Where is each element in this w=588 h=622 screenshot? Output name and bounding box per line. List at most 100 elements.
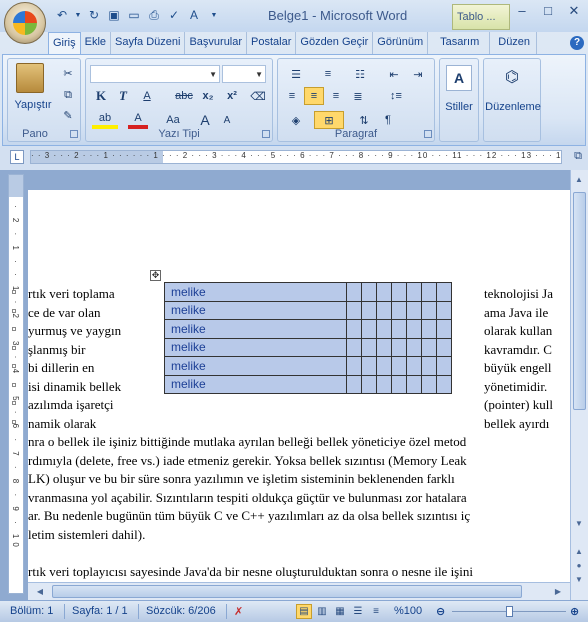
table-cell[interactable]: melike (164, 374, 347, 394)
table-cell[interactable] (406, 374, 422, 394)
table-cell[interactable] (406, 337, 422, 357)
redo-icon[interactable]: ↻ (86, 7, 102, 23)
undo-dropdown-icon[interactable]: ▼ (74, 7, 82, 23)
table-cell[interactable] (361, 356, 377, 376)
tab-home[interactable]: Giriş (48, 32, 81, 54)
tab-view[interactable]: Görünüm (373, 32, 429, 54)
table-cell[interactable] (346, 337, 362, 357)
strikethrough-button[interactable]: abc (172, 87, 196, 105)
spelling-icon[interactable]: ✓ (166, 7, 182, 23)
table-cell[interactable] (346, 356, 362, 376)
font-color-icon[interactable]: A (128, 111, 148, 129)
zoom-level[interactable]: %100 (394, 605, 422, 617)
table-cell[interactable] (436, 374, 452, 394)
grow-font-button[interactable]: A (196, 111, 214, 129)
undo-icon[interactable]: ↶ (54, 7, 70, 23)
section-indicator[interactable]: Bölüm: 1 (10, 605, 53, 617)
table-cell[interactable] (421, 282, 437, 302)
justify-icon[interactable]: ≣ (348, 87, 368, 105)
table-cell[interactable]: melike (164, 356, 347, 376)
table-cell[interactable] (361, 337, 377, 357)
zoom-in-icon[interactable]: ⊕ (570, 605, 579, 618)
horizontal-scroll-thumb[interactable] (52, 585, 522, 598)
table-cell[interactable] (391, 282, 407, 302)
copy-icon[interactable]: ⧉ (60, 87, 76, 103)
zoom-out-icon[interactable]: ⊖ (436, 605, 445, 618)
paste-icon[interactable] (16, 63, 44, 93)
editing-button[interactable]: Düzenleme (484, 101, 542, 113)
highlight-icon[interactable]: ab (92, 111, 118, 129)
draft-icon[interactable]: ≡ (368, 604, 384, 619)
table-cell[interactable] (391, 319, 407, 339)
tab-insert[interactable]: Ekle (81, 32, 112, 54)
table-cell[interactable] (376, 356, 392, 376)
table-cell[interactable] (421, 300, 437, 320)
word-count[interactable]: Sözcük: 6/206 (146, 605, 216, 617)
show-marks-icon[interactable]: ¶ (378, 111, 398, 129)
tab-mailings[interactable]: Postalar (247, 32, 297, 54)
increase-indent-icon[interactable]: ⇥ (408, 65, 428, 83)
table-cell[interactable] (346, 300, 362, 320)
open-icon[interactable]: ▭ (126, 7, 142, 23)
font-name-dropdown[interactable]: ▼ (90, 65, 220, 83)
table-cell[interactable] (346, 282, 362, 302)
superscript-button[interactable]: x² (222, 87, 242, 105)
align-left-icon[interactable]: ≡ (282, 87, 302, 105)
clipboard-launcher-icon[interactable] (70, 130, 78, 138)
document-page[interactable]: rtık veri toplama ce de var olan yurmuş ve… (28, 190, 570, 600)
font-size-dropdown[interactable]: ▼ (222, 65, 266, 83)
table-cell[interactable] (421, 374, 437, 394)
table-cell[interactable] (421, 319, 437, 339)
vertical-scroll-thumb[interactable] (573, 192, 586, 410)
table-cell[interactable] (376, 282, 392, 302)
outline-icon[interactable]: ☰ (350, 604, 366, 619)
decrease-indent-icon[interactable]: ⇤ (384, 65, 404, 83)
view-ruler-icon[interactable]: ⧉ (570, 150, 586, 166)
table-cell[interactable]: melike (164, 300, 347, 320)
align-right-icon[interactable]: ≡ (326, 87, 346, 105)
table-cell[interactable] (346, 319, 362, 339)
font-launcher-icon[interactable] (262, 130, 270, 138)
tab-references[interactable]: Başvurular (185, 32, 248, 54)
vertical-scrollbar[interactable]: ▲ ▼ ▲ ● ▼ (570, 170, 588, 600)
table-cell[interactable] (406, 300, 422, 320)
table-cell[interactable] (361, 374, 377, 394)
print-preview-icon[interactable]: ⎙ (146, 7, 162, 23)
table-cell[interactable] (406, 319, 422, 339)
table-cell[interactable] (376, 300, 392, 320)
next-page-icon[interactable]: ▼ (571, 572, 587, 588)
tab-selector-icon[interactable]: L (10, 150, 24, 164)
italic-button[interactable]: T (114, 87, 132, 105)
scroll-left-icon[interactable]: ◀ (32, 584, 48, 600)
table-cell[interactable] (391, 337, 407, 357)
table-cell[interactable] (361, 282, 377, 302)
office-button[interactable] (4, 2, 46, 44)
tab-design[interactable]: Tasarım (430, 32, 491, 54)
table-cell[interactable]: melike (164, 282, 347, 302)
binoculars-icon[interactable]: ⌬ (500, 65, 524, 89)
table-cell[interactable] (436, 319, 452, 339)
styles-button[interactable]: Stiller (440, 101, 478, 113)
document-table[interactable]: melike melike melike melike melike melike (164, 282, 452, 394)
maximize-icon[interactable]: □ (536, 2, 560, 20)
table-cell[interactable] (436, 300, 452, 320)
page-indicator[interactable]: Sayfa: 1 / 1 (72, 605, 128, 617)
multilevel-list-icon[interactable]: ☷ (346, 65, 374, 83)
table-cell[interactable] (376, 374, 392, 394)
align-center-icon[interactable]: ≡ (304, 87, 324, 105)
sort-icon[interactable]: ⇅ (354, 111, 374, 129)
line-spacing-icon[interactable]: ↕≡ (382, 87, 410, 105)
save-icon[interactable]: ▣ (106, 7, 122, 23)
table-cell[interactable] (346, 374, 362, 394)
styles-icon[interactable]: A (446, 65, 472, 91)
table-cell[interactable] (406, 282, 422, 302)
shrink-font-button[interactable]: A (218, 111, 236, 129)
borders-icon[interactable]: ⊞ (314, 111, 344, 129)
scroll-right-icon[interactable]: ▶ (550, 584, 566, 600)
numbering-icon[interactable]: ≡ (314, 65, 342, 83)
proofing-icon[interactable]: ✗ (234, 605, 243, 618)
table-cell[interactable] (406, 356, 422, 376)
bullets-icon[interactable]: ☰ (282, 65, 310, 83)
print-layout-icon[interactable]: ▤ (296, 604, 312, 619)
tab-page-layout[interactable]: Sayfa Düzeni (111, 32, 186, 54)
